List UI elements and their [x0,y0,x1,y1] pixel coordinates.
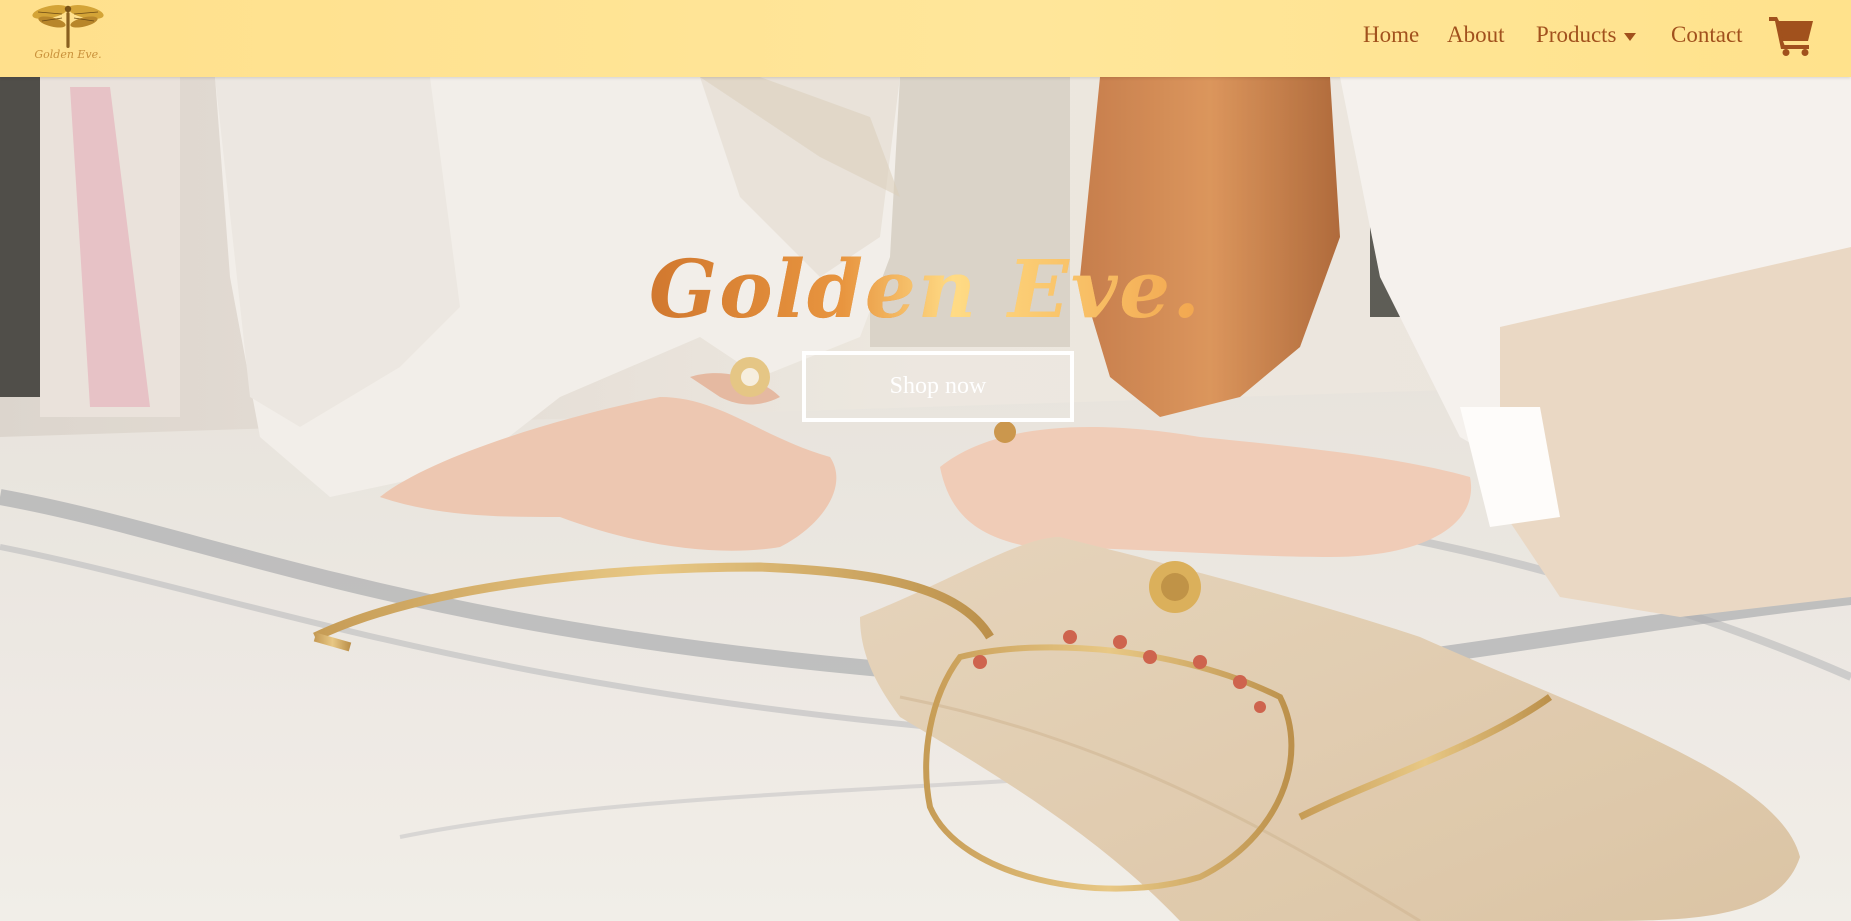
brand-logo[interactable]: Golden Eve. [26,0,110,70]
hero-title-text: Golden Eve. [648,242,1203,336]
nav-products-dropdown[interactable]: Products [1536,22,1637,48]
hero-background-image [0,77,1851,921]
logo-text: Golden Eve. [34,48,102,61]
shop-now-button[interactable]: Shop now [802,351,1074,422]
caret-down-icon [1623,32,1636,41]
dragonfly-icon [32,5,104,48]
cart-button[interactable] [1769,14,1815,56]
nav-home-link[interactable]: Home [1363,22,1419,48]
navbar: Golden Eve. Home About Products Contact [0,0,1851,77]
nav-about-link[interactable]: About [1447,22,1505,48]
nav-products-label: Products [1536,22,1617,47]
hero-title: Golden Eve. [0,242,1851,336]
shopping-cart-icon [1769,17,1813,56]
hero-section: Golden Eve. Shop now [0,77,1851,921]
nav-contact-link[interactable]: Contact [1671,22,1743,48]
